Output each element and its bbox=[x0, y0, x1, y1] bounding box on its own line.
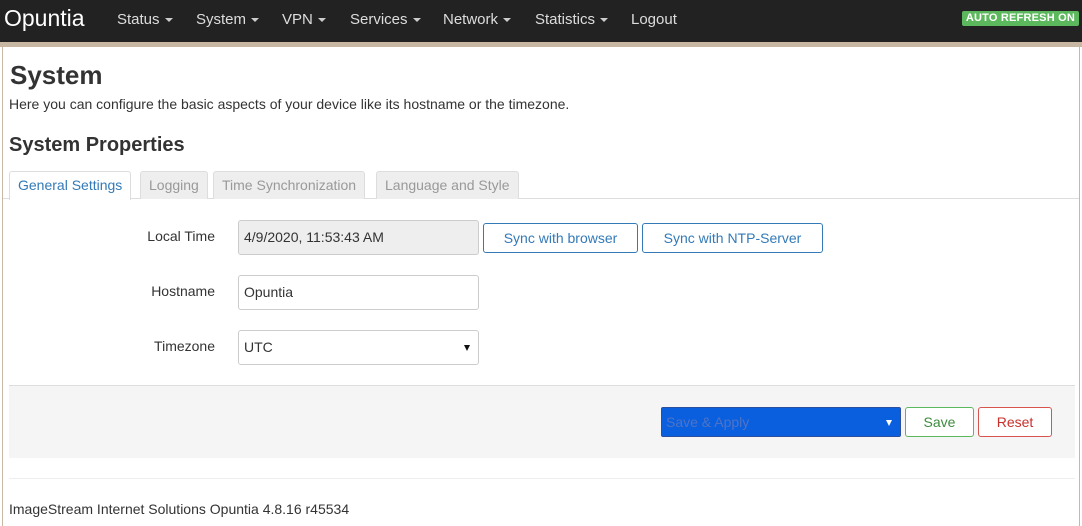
timezone-value: UTC bbox=[244, 339, 273, 355]
nav-network-label: Network bbox=[443, 11, 499, 28]
hostname-input[interactable]: Opuntia bbox=[238, 275, 479, 310]
top-navbar: Opuntia Status System VPN Services Netwo… bbox=[0, 0, 1082, 42]
section-title: System Properties bbox=[9, 134, 185, 156]
caret-down-icon bbox=[503, 18, 512, 23]
footer-text: ImageStream Internet Solutions Opuntia 4… bbox=[9, 501, 350, 517]
reset-button[interactable]: Reset bbox=[978, 407, 1052, 437]
timezone-label: Timezone bbox=[154, 338, 215, 354]
nav-statistics[interactable]: Statistics bbox=[535, 11, 609, 28]
dropdown-arrow-icon bbox=[464, 345, 470, 351]
tab-bar: General Settings Logging Time Synchroniz… bbox=[3, 171, 1079, 200]
tab-logging[interactable]: Logging bbox=[140, 171, 208, 199]
local-time-field: 4/9/2020, 11:53:43 AM bbox=[238, 220, 479, 255]
nav-services[interactable]: Services bbox=[350, 11, 421, 28]
nav-services-label: Services bbox=[350, 11, 408, 28]
tab-time-synchronization[interactable]: Time Synchronization bbox=[213, 171, 366, 199]
brand-logo[interactable]: Opuntia bbox=[4, 5, 85, 32]
nav-logout[interactable]: Logout bbox=[631, 11, 677, 28]
tab-language-and-style[interactable]: Language and Style bbox=[376, 171, 519, 199]
nav-status-label: Status bbox=[117, 11, 160, 28]
nav-vpn-label: VPN bbox=[282, 11, 313, 28]
page-title: System bbox=[10, 60, 103, 90]
caret-down-icon bbox=[164, 18, 173, 23]
save-apply-select[interactable]: Save & Apply bbox=[661, 407, 901, 437]
sync-ntp-button[interactable]: Sync with NTP-Server bbox=[642, 223, 823, 253]
hostname-label: Hostname bbox=[151, 283, 215, 299]
local-time-label: Local Time bbox=[147, 228, 215, 244]
save-apply-label: Save & Apply bbox=[666, 414, 750, 430]
page-description: Here you can configure the basic aspects… bbox=[9, 96, 570, 112]
nav-status[interactable]: Status bbox=[117, 11, 173, 28]
nav-system[interactable]: System bbox=[196, 11, 260, 28]
tab-general-settings[interactable]: General Settings bbox=[9, 171, 132, 200]
footer-divider bbox=[9, 478, 1075, 479]
nav-system-label: System bbox=[196, 11, 247, 28]
nav-network[interactable]: Network bbox=[443, 11, 512, 28]
caret-down-icon bbox=[412, 18, 421, 23]
caret-down-icon bbox=[317, 18, 326, 23]
sync-browser-button[interactable]: Sync with browser bbox=[483, 223, 638, 253]
caret-down-icon bbox=[251, 18, 260, 23]
save-button[interactable]: Save bbox=[905, 407, 974, 437]
nav-statistics-label: Statistics bbox=[535, 11, 596, 28]
caret-down-icon bbox=[600, 18, 609, 23]
form-actions: Save & Apply Save Reset bbox=[9, 385, 1075, 458]
main-content: System Here you can configure the basic … bbox=[2, 47, 1080, 526]
timezone-select[interactable]: UTC bbox=[238, 330, 479, 365]
nav-vpn[interactable]: VPN bbox=[282, 11, 326, 28]
nav-logout-label: Logout bbox=[631, 11, 677, 28]
auto-refresh-badge[interactable]: AUTO REFRESH ON bbox=[961, 11, 1079, 26]
dropdown-arrow-icon bbox=[886, 420, 892, 426]
